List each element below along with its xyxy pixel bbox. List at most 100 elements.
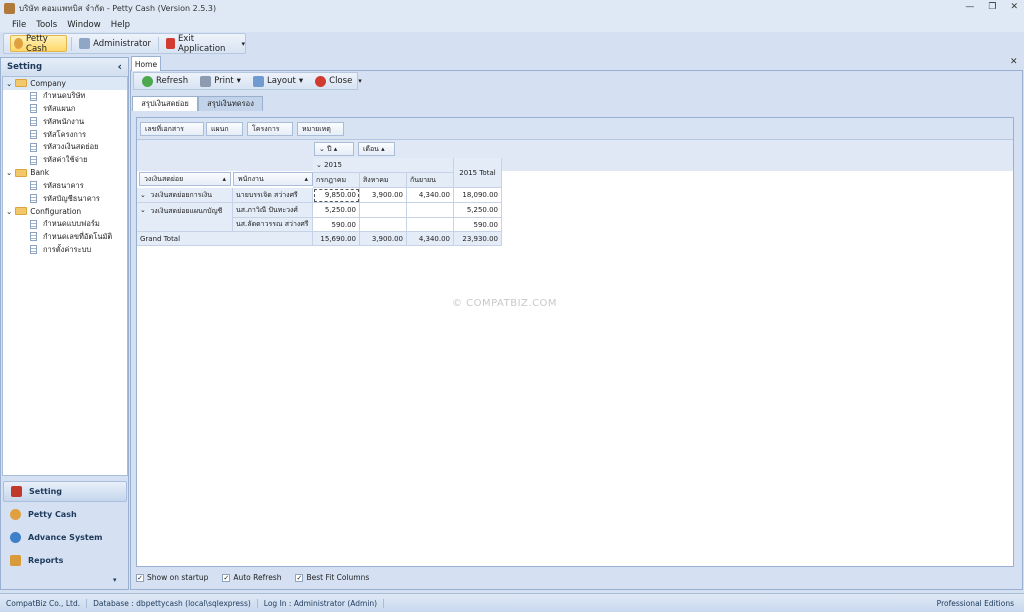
tree-item[interactable]: รหัสแผนก <box>3 103 127 116</box>
status-company: CompatBiz Co., Ltd. <box>0 598 88 608</box>
toolbar-overflow-icon[interactable]: ▾ <box>358 77 362 85</box>
nav-reports[interactable]: Reports <box>3 550 127 571</box>
tree-item[interactable]: กำหนดบริษัท <box>3 90 127 103</box>
value-cell[interactable] <box>407 218 454 232</box>
tree-item[interactable]: การตั้งค่าระบบ <box>3 243 127 256</box>
sort-asc-icon: ▴ <box>222 175 226 183</box>
status-login: Log In : Administrator (Admin) <box>258 598 385 608</box>
menu-file[interactable]: File <box>12 20 26 30</box>
layout-button[interactable]: Layout ▾ <box>250 73 306 90</box>
tree-group-bank[interactable]: ⌄ Bank <box>3 167 127 180</box>
chevron-down-icon[interactable]: ⌄ <box>6 168 12 177</box>
grand-total-cell[interactable]: 23,930.00 <box>454 232 502 246</box>
close-tab-icon[interactable]: ✕ <box>1010 57 1018 67</box>
nav-overflow-icon[interactable]: ▾ <box>113 576 117 584</box>
sort-asc-icon: ▴ <box>331 145 338 153</box>
tree-item[interactable]: รหัสบัญชีธนาคาร <box>3 192 127 205</box>
row-field-petty-cash-fund[interactable]: วงเงินสดย่อย ▴ <box>139 172 231 186</box>
value-cell[interactable] <box>360 203 407 218</box>
row-group-cell[interactable]: ⌄ วงเงินสดย่อยการเงิน <box>137 188 233 203</box>
column-field-month[interactable]: เดือน ▴ <box>358 142 395 156</box>
tree-group-company[interactable]: ⌄ Company <box>3 77 127 90</box>
year-header[interactable]: ⌄ 2015 <box>313 158 454 173</box>
column-field-year[interactable]: ⌄ ปี ▴ <box>314 142 354 156</box>
minimize-button[interactable]: — <box>965 2 974 12</box>
tree-item[interactable]: รหัสธนาคาร <box>3 179 127 192</box>
tree-item[interactable]: รหัสวงเงินสดย่อย <box>3 141 127 154</box>
chevron-down-icon: ⌄ <box>319 145 328 153</box>
tree-item-label: รหัสวงเงินสดย่อย <box>43 142 99 152</box>
tab-advance-summary[interactable]: สรุปเงินทดรอง <box>198 96 263 111</box>
chevron-down-icon[interactable]: ⌄ <box>6 207 12 216</box>
collapse-sidebar-button[interactable]: ‹ <box>117 60 122 73</box>
group-label: Configuration <box>30 206 82 216</box>
toolbar-overflow-icon[interactable]: ▾ <box>241 40 245 48</box>
employee-cell: นายบรรเจิด สว่างศรี <box>233 188 313 203</box>
tree-item-label: การตั้งค่าระบบ <box>43 244 92 254</box>
menu-tools[interactable]: Tools <box>36 20 57 30</box>
tree-item[interactable]: รหัสพนักงาน <box>3 115 127 128</box>
administrator-button[interactable]: Administrator <box>76 35 154 52</box>
grand-total-cell[interactable]: 3,900.00 <box>360 232 407 246</box>
group-label: Bank <box>30 168 50 178</box>
filter-field-document-no[interactable]: เลขที่เอกสาร <box>140 122 204 136</box>
tree-item-label: กำหนดบริษัท <box>43 91 86 101</box>
refresh-button[interactable]: Refresh <box>139 73 191 90</box>
value-cell[interactable]: 3,900.00 <box>360 188 407 203</box>
close-window-button[interactable]: ✕ <box>1010 2 1018 12</box>
value-cell[interactable]: 5,250.00 <box>313 203 360 218</box>
tree-item-label: รหัสแผนก <box>43 103 76 113</box>
auto-refresh-checkbox[interactable]: ✓ Auto Refresh <box>222 573 281 582</box>
best-fit-columns-checkbox[interactable]: ✓ Best Fit Columns <box>295 573 369 582</box>
total-cell[interactable]: 590.00 <box>454 218 502 232</box>
tree-item[interactable]: กำหนดเลขที่อัตโนมัติ <box>3 231 127 244</box>
tree-item[interactable]: รหัสโครงการ <box>3 128 127 141</box>
value-cell[interactable]: 9,850.00 <box>313 188 360 203</box>
tree-item[interactable]: รหัสค่าใช้จ่าย <box>3 154 127 167</box>
separator <box>158 36 159 51</box>
value-cell[interactable] <box>360 218 407 232</box>
year-label: 2015 <box>324 161 342 169</box>
menu-window[interactable]: Window <box>67 20 101 30</box>
show-on-startup-checkbox[interactable]: ✓ Show on startup <box>136 573 208 582</box>
filter-field-note[interactable]: หมายเหตุ <box>297 122 344 136</box>
restore-button[interactable]: ❐ <box>988 2 996 12</box>
status-bar: CompatBiz Co., Ltd. Database : dbpettyca… <box>0 593 1024 612</box>
close-button[interactable]: Close <box>312 73 355 90</box>
document-icon <box>30 232 37 242</box>
value-cell[interactable] <box>407 203 454 218</box>
tree-group-configuration[interactable]: ⌄ Configuration <box>3 205 127 218</box>
menu-help[interactable]: Help <box>111 20 130 30</box>
row-field-employee[interactable]: พนักงาน ▴ <box>233 172 313 186</box>
petty-cash-button[interactable]: Petty Cash <box>10 34 68 54</box>
option-label: Show on startup <box>147 573 209 582</box>
chevron-down-icon[interactable]: ⌄ <box>6 79 12 88</box>
tools-icon <box>11 486 22 497</box>
document-icon <box>30 104 37 114</box>
nav-petty-cash[interactable]: Petty Cash <box>3 504 127 525</box>
employee-cell: นส.ภาวิณี ปันทะวงศ์ <box>233 203 313 218</box>
filter-field-project[interactable]: โครงการ <box>247 122 293 136</box>
refresh-label: Refresh <box>156 76 189 86</box>
filter-field-department[interactable]: แผนก <box>206 122 243 136</box>
row-group-cell[interactable]: ⌄ วงเงินสดย่อยแผนกบัญชี <box>137 203 233 232</box>
exit-application-button[interactable]: Exit Application <box>163 34 236 54</box>
tab-petty-cash-summary[interactable]: สรุปเงินสดย่อย <box>132 96 198 111</box>
options-bar: ✓ Show on startup ✓ Auto Refresh ✓ Best Fit… <box>136 573 369 582</box>
grand-total-cell[interactable]: 4,340.00 <box>407 232 454 246</box>
status-edition: Professional Editions <box>936 598 1014 608</box>
total-cell[interactable]: 5,250.00 <box>454 203 502 218</box>
tab-home[interactable]: Home <box>131 56 161 71</box>
value-cell[interactable]: 4,340.00 <box>407 188 454 203</box>
nav-advance-system[interactable]: Advance System <box>3 527 127 548</box>
nav-setting[interactable]: Setting <box>3 481 127 502</box>
chevron-down-icon: ⌄ <box>140 206 151 214</box>
check-icon: ✓ <box>222 573 231 582</box>
grand-total-cell[interactable]: 15,690.00 <box>313 232 360 246</box>
total-cell[interactable]: 18,090.00 <box>454 188 502 203</box>
tree-item[interactable]: กำหนดแบบฟอร์ม <box>3 218 127 231</box>
value-cell[interactable]: 590.00 <box>313 218 360 232</box>
document-icon <box>30 219 37 229</box>
print-button[interactable]: Print ▾ <box>197 73 244 90</box>
tree-item-label: รหัสค่าใช้จ่าย <box>43 155 88 165</box>
